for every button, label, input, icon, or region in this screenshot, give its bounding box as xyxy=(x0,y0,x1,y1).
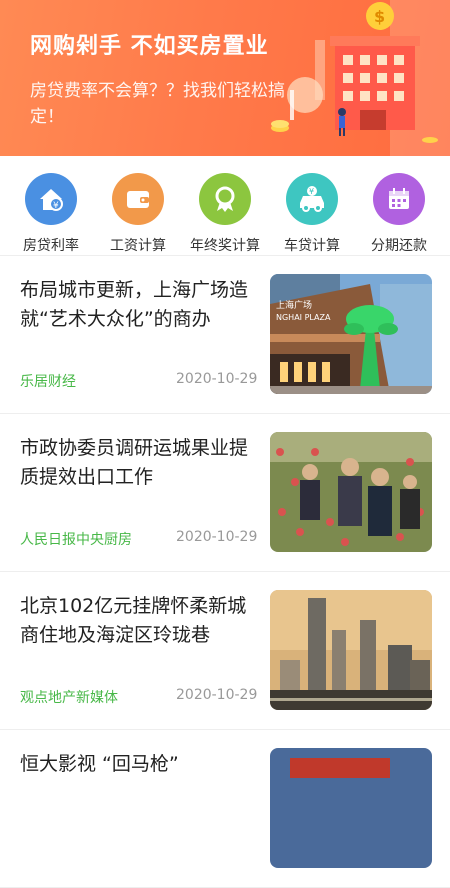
tool-label: 房贷利率 xyxy=(23,238,79,254)
news-thumbnail xyxy=(270,432,432,552)
news-title: 布局城市更新，上海广场造就“艺术大众化”的商办 xyxy=(20,279,249,330)
news-thumbnail xyxy=(270,590,432,710)
tool-label: 工资计算 xyxy=(110,238,166,254)
tool-mortgage-rate[interactable]: ¥ 房贷利率 xyxy=(8,173,94,255)
news-title: 北京102亿元挂牌怀柔新城商住地及海淀区玲珑巷 xyxy=(20,595,247,646)
news-source: 人民日报中央厨房 xyxy=(20,532,132,548)
calendar-icon xyxy=(373,173,425,225)
svg-text:¥: ¥ xyxy=(309,187,314,196)
banner-headline: 网购剁手 不如买房置业 xyxy=(30,34,269,59)
news-date: 2020-10-29 xyxy=(176,529,258,545)
plaza-sign-en-text: NGHAI PLAZA xyxy=(276,313,331,322)
plaza-sign-text: 上海广场 xyxy=(276,299,312,311)
tool-salary[interactable]: 工资计算 xyxy=(95,173,181,255)
tool-label: 分期还款 xyxy=(371,238,427,254)
news-item[interactable]: 布局城市更新，上海广场造就“艺术大众化”的商办 乐居财经 2020-10-29 … xyxy=(0,256,450,414)
building-illustration: $ xyxy=(271,0,450,156)
news-date: 2020-10-29 xyxy=(176,371,258,387)
news-title: 恒大影视 “回马枪” xyxy=(20,753,179,775)
award-ribbon-icon xyxy=(199,173,251,225)
promo-banner[interactable]: 网购剁手 不如买房置业 房贷费率不会算？？找我们轻松搞定！ $ xyxy=(0,0,450,156)
news-date: 2020-10-29 xyxy=(176,687,258,703)
wallet-icon xyxy=(112,173,164,225)
news-list: 布局城市更新，上海广场造就“艺术大众化”的商办 乐居财经 2020-10-29 … xyxy=(0,256,450,888)
house-coin-icon: ¥ xyxy=(25,173,77,225)
news-item[interactable]: 市政协委员调研运城果业提质提效出口工作 人民日报中央厨房 2020-10-29 xyxy=(0,414,450,572)
svg-text:$: $ xyxy=(374,7,385,26)
svg-text:¥: ¥ xyxy=(53,201,59,211)
tool-year-end-bonus[interactable]: 年终奖计算 xyxy=(182,173,268,255)
news-thumbnail: 上海广场 NGHAI PLAZA xyxy=(270,274,432,394)
calculator-tools: ¥ 房贷利率 工资计算 年终奖计算 ¥ 车贷计算 分期还款 xyxy=(0,156,450,256)
tool-label: 车贷计算 xyxy=(284,238,340,254)
banner-subline: 房贷费率不会算？？找我们轻松搞定！ xyxy=(30,81,285,127)
news-source: 乐居财经 xyxy=(20,374,76,390)
news-title: 市政协委员调研运城果业提质提效出口工作 xyxy=(20,437,249,488)
news-item[interactable]: 恒大影视 “回马枪” xyxy=(0,730,450,888)
news-item[interactable]: 北京102亿元挂牌怀柔新城商住地及海淀区玲珑巷 观点地产新媒体 2020-10-… xyxy=(0,572,450,730)
car-coin-icon: ¥ xyxy=(286,173,338,225)
tool-label: 年终奖计算 xyxy=(190,238,260,254)
news-thumbnail xyxy=(270,748,432,868)
news-source: 观点地产新媒体 xyxy=(20,690,118,706)
tool-car-loan[interactable]: ¥ 车贷计算 xyxy=(269,173,355,255)
tool-installment[interactable]: 分期还款 xyxy=(356,173,442,255)
